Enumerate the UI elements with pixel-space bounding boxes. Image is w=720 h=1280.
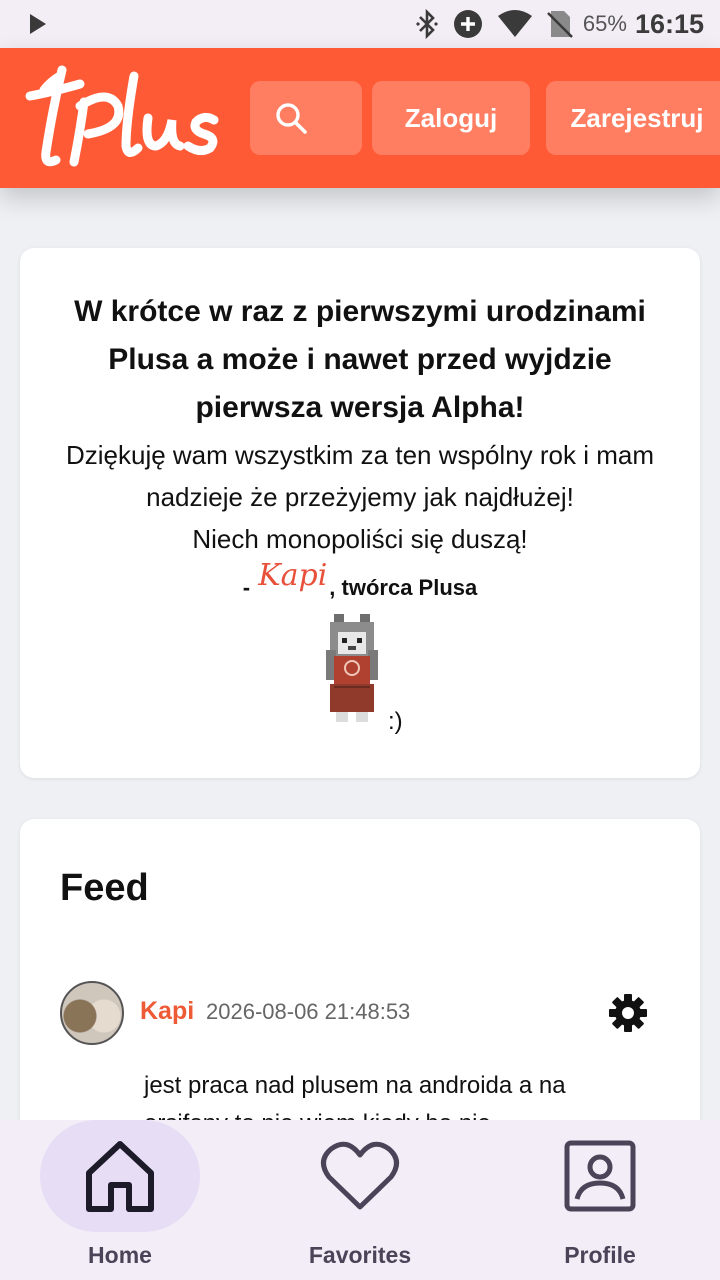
register-button[interactable]: Zarejestruj	[546, 81, 720, 155]
nav-home-pill	[40, 1120, 200, 1232]
bottom-navigation: Home Favorites Profile	[0, 1120, 720, 1280]
nav-favorites[interactable]: Favorites	[240, 1120, 480, 1280]
nav-profile-pill	[520, 1120, 680, 1232]
feed-title: Feed	[60, 867, 149, 909]
nav-profile-label: Profile	[564, 1242, 636, 1268]
gear-icon[interactable]	[608, 993, 648, 1033]
post-author[interactable]: Kapi	[140, 997, 194, 1026]
signature-prefix: -	[242, 575, 257, 600]
post-date: 2026-08-06 21:48:53	[206, 999, 411, 1024]
heart-icon	[321, 1141, 399, 1210]
app-header: Zaloguj Zarejestruj	[0, 48, 720, 188]
announcement-card: W krótce w raz z pierwszymi urodzinami P…	[20, 248, 700, 778]
mascot-pixel-art	[326, 614, 378, 722]
nav-home[interactable]: Home	[0, 1120, 240, 1280]
announcement-signature: - Kapi , twórca Plusa	[20, 558, 700, 601]
plus-logo[interactable]	[22, 62, 227, 172]
nav-profile[interactable]: Profile	[480, 1120, 720, 1280]
announcement-line-thanks: Dziękuję wam wszystkim za ten wspólny ro…	[65, 440, 655, 512]
home-icon	[86, 1141, 154, 1212]
announcement-line-monopoly: Niech monopoliści się duszą!	[192, 524, 528, 554]
signature-handwritten: Kapi	[258, 558, 328, 593]
profile-icon	[564, 1140, 636, 1212]
login-button[interactable]: Zaloguj	[372, 81, 530, 155]
nav-favorites-pill	[280, 1120, 440, 1232]
avatar[interactable]	[60, 981, 124, 1045]
bluetooth-icon	[415, 9, 439, 39]
status-bar: 65% 16:15	[0, 0, 720, 48]
play-icon	[28, 13, 48, 35]
nav-home-label: Home	[88, 1242, 152, 1268]
search-icon	[276, 103, 307, 134]
no-sim-icon	[546, 9, 573, 39]
announcement-body: Dziękuję wam wszystkim za ten wspólny ro…	[50, 434, 670, 560]
search-button[interactable]	[250, 81, 362, 155]
smile-text: :)	[388, 708, 403, 735]
announcement-title: W krótce w raz z pierwszymi urodzinami P…	[74, 295, 646, 424]
battery-percent: 65%	[582, 11, 627, 36]
nav-favorites-label: Favorites	[308, 1242, 412, 1268]
signature-suffix: , twórca Plusa	[329, 575, 478, 600]
clock: 16:15	[634, 8, 704, 39]
add-circle-icon	[453, 9, 483, 39]
wifi-icon	[497, 10, 533, 38]
